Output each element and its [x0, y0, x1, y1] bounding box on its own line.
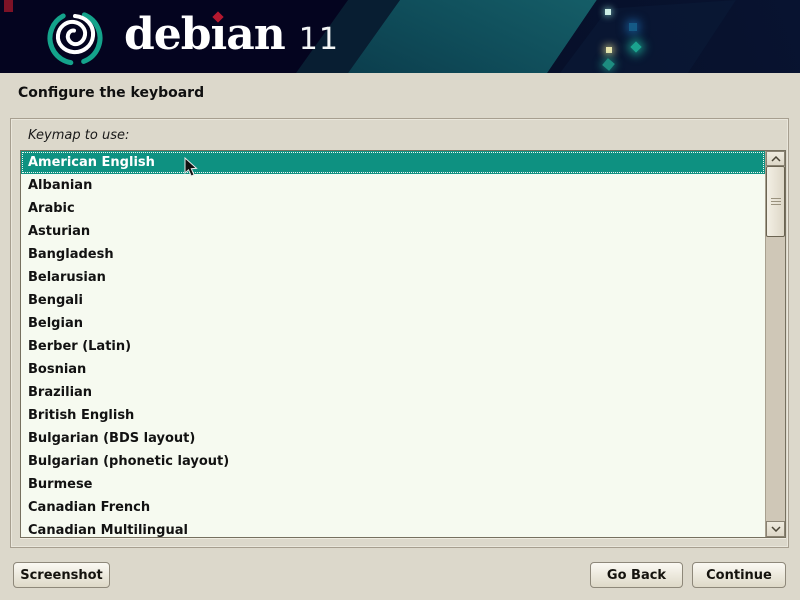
- list-item[interactable]: Burmese: [21, 473, 765, 496]
- list-item[interactable]: British English: [21, 404, 765, 427]
- scroll-thumb[interactable]: [766, 166, 785, 237]
- banner-glow-dot: [605, 9, 611, 15]
- screenshot-button[interactable]: Screenshot: [13, 562, 110, 588]
- banner-glow-dot: [606, 47, 612, 53]
- list-item[interactable]: Belarusian: [21, 266, 765, 289]
- mouse-cursor-icon: [184, 157, 199, 178]
- chevron-down-icon: [771, 526, 781, 532]
- list-item[interactable]: Albanian: [21, 174, 765, 197]
- chevron-up-icon: [771, 156, 781, 162]
- scroll-up-button[interactable]: [766, 151, 785, 166]
- list-item[interactable]: Canadian French: [21, 496, 765, 519]
- banner: debıan 11: [0, 0, 800, 73]
- keymap-label: Keymap to use:: [28, 128, 129, 143]
- list-item[interactable]: Bulgarian (BDS layout): [21, 427, 765, 450]
- brand-text: debıan: [124, 9, 285, 60]
- list-item[interactable]: Asturian: [21, 220, 765, 243]
- scroll-down-button[interactable]: [766, 521, 785, 537]
- list-item[interactable]: Berber (Latin): [21, 335, 765, 358]
- debian-logo-icon: [44, 4, 106, 70]
- scrollbar[interactable]: [765, 151, 785, 537]
- keymap-list-rows: American English Albanian Arabic Asturia…: [21, 151, 765, 538]
- list-item[interactable]: Bengali: [21, 289, 765, 312]
- list-item[interactable]: Brazilian: [21, 381, 765, 404]
- version-number: 11: [299, 22, 339, 57]
- continue-button[interactable]: Continue: [692, 562, 786, 588]
- list-item[interactable]: American English: [21, 151, 765, 174]
- list-item[interactable]: Bosnian: [21, 358, 765, 381]
- list-item[interactable]: Belgian: [21, 312, 765, 335]
- brand-wordmark: debıan 11: [124, 11, 339, 59]
- brand-i: ı: [211, 9, 227, 60]
- go-back-button[interactable]: Go Back: [590, 562, 683, 588]
- banner-glow-dot: [629, 23, 637, 31]
- list-item[interactable]: Bangladesh: [21, 243, 765, 266]
- list-item[interactable]: Arabic: [21, 197, 765, 220]
- brand-post: an: [226, 9, 285, 60]
- list-item[interactable]: Bulgarian (phonetic layout): [21, 450, 765, 473]
- page-title: Configure the keyboard: [18, 85, 204, 101]
- keymap-list: American English Albanian Arabic Asturia…: [20, 150, 786, 538]
- list-item[interactable]: Canadian Multilingual: [21, 519, 765, 538]
- banner-accent-square: [4, 0, 13, 12]
- brand-pre: deb: [124, 9, 211, 60]
